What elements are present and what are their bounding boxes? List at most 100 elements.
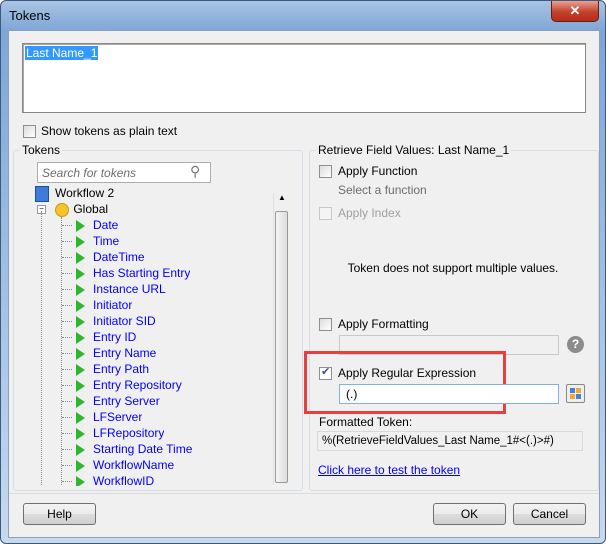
token-item[interactable]: Entry Path (62, 361, 149, 377)
token-arrow-icon (76, 379, 85, 392)
apply-formatting-label: Apply Formatting (338, 317, 429, 331)
token-item-label: Starting Date Time (93, 442, 193, 456)
apply-function-label: Apply Function (338, 164, 418, 178)
tree-connector (62, 337, 72, 339)
formatted-token-value: %(RetrieveFieldValues_Last Name_1#<(.)>#… (317, 431, 583, 451)
token-arrow-icon (76, 331, 85, 344)
tree-connector (62, 465, 72, 467)
token-item[interactable]: Initiator (62, 297, 132, 313)
token-item[interactable]: Entry Server (62, 393, 160, 409)
tree-connector (62, 433, 72, 435)
token-item-label: Entry Name (93, 346, 157, 360)
search-placeholder: Search for tokens (42, 166, 137, 180)
token-item-label: Entry Path (93, 362, 150, 376)
footer-divider (9, 493, 599, 494)
tree-node-global[interactable]: − Global (37, 201, 108, 217)
token-arrow-icon (76, 315, 85, 328)
token-arrow-icon (76, 395, 85, 408)
retrieve-group-label: Retrieve Field Values: Last Name_1 (316, 143, 512, 157)
tree-connector (62, 257, 72, 259)
token-item[interactable]: Entry ID (62, 329, 136, 345)
regex-highlight-box (304, 351, 506, 414)
token-arrow-icon (76, 347, 85, 360)
token-editor-text: Last Name_1 (25, 46, 99, 60)
token-item-label: Initiator (93, 298, 133, 312)
token-item-label: WorkflowName (93, 458, 175, 472)
tree-connector (62, 481, 72, 483)
show-plain-text-label: Show tokens as plain text (41, 124, 178, 138)
token-item[interactable]: Instance URL (62, 281, 166, 297)
tree-connector (62, 401, 72, 403)
apply-index-checkbox[interactable] (319, 207, 332, 220)
token-item[interactable]: Has Starting Entry (62, 265, 190, 281)
tree-connector (62, 225, 72, 227)
token-arrow-icon (76, 363, 85, 376)
token-item[interactable]: DateTime (62, 249, 145, 265)
token-item-label: Entry ID (93, 330, 137, 344)
token-item[interactable]: WorkflowName (62, 457, 174, 473)
tree-scrollbar[interactable]: ▲ (273, 193, 290, 485)
token-arrow-icon (76, 443, 85, 456)
tokens-group-label: Tokens (20, 143, 63, 157)
tree-connector (62, 449, 72, 451)
formatted-token-label: Formatted Token: (319, 415, 413, 429)
tree-connector (62, 385, 72, 387)
window-title: Tokens (9, 8, 51, 23)
token-arrow-icon (76, 411, 85, 424)
token-item-label: Has Starting Entry (93, 266, 191, 280)
apply-function-checkbox[interactable] (319, 165, 332, 178)
regex-builder-button[interactable] (566, 384, 585, 403)
close-button[interactable]: ✕ (551, 1, 599, 22)
tree-root-workflow[interactable]: Workflow 2 (35, 185, 114, 202)
dialog-body: Last Name_1 Show tokens as plain text To… (8, 30, 600, 538)
token-arrow-icon (76, 427, 85, 440)
test-token-link[interactable]: Click here to test the token (318, 463, 460, 477)
tree-connector (62, 353, 72, 355)
token-item[interactable]: Entry Name (62, 345, 156, 361)
close-icon: ✕ (569, 3, 581, 18)
token-item[interactable]: Entry Repository (62, 377, 182, 393)
select-function-text: Select a function (338, 183, 427, 197)
token-editor[interactable]: Last Name_1 (22, 43, 586, 113)
token-item[interactable]: Initiator SID (62, 313, 156, 329)
apply-regex-label: Apply Regular Expression (338, 366, 477, 380)
scroll-thumb[interactable] (275, 211, 288, 483)
token-item[interactable]: WorkflowID (62, 473, 154, 486)
tree-connector (62, 305, 72, 307)
token-item-label: Initiator SID (93, 314, 156, 328)
help-icon[interactable]: ? (567, 336, 584, 353)
token-item[interactable]: Time (62, 233, 119, 249)
cancel-button[interactable]: Cancel (513, 503, 586, 525)
token-item-label: DateTime (93, 250, 145, 264)
token-arrow-icon (76, 283, 85, 296)
token-item-label: LFServer (93, 410, 143, 424)
show-plain-text-checkbox[interactable] (23, 125, 36, 138)
token-item-label: Time (93, 234, 120, 248)
token-search-input[interactable]: Search for tokens ⚲ (37, 162, 211, 183)
help-button[interactable]: Help (23, 503, 96, 525)
token-item-label: LFRepository (93, 426, 165, 440)
token-arrow-icon (76, 299, 85, 312)
token-item-label: Entry Server (93, 394, 160, 408)
tree-node-global-label: Global (73, 202, 109, 216)
apply-index-label: Apply Index (338, 206, 401, 220)
token-item-label: Instance URL (93, 282, 166, 296)
token-item[interactable]: Date (62, 217, 118, 233)
token-arrow-icon (76, 219, 85, 232)
ok-button[interactable]: OK (433, 503, 506, 525)
global-icon (55, 202, 70, 217)
token-arrow-icon (76, 459, 85, 472)
token-item[interactable]: LFRepository (62, 425, 164, 441)
apply-formatting-checkbox[interactable] (319, 318, 332, 331)
apply-regex-checkbox[interactable]: ✔ (319, 366, 332, 380)
token-item[interactable]: Starting Date Time (62, 441, 192, 457)
regex-input[interactable]: (.) (339, 384, 559, 404)
token-arrow-icon (76, 475, 85, 486)
scroll-up-icon[interactable]: ▲ (278, 193, 286, 202)
check-icon: ✔ (321, 366, 331, 378)
token-arrow-icon (76, 267, 85, 280)
multi-value-note: Token does not support multiple values. (347, 261, 559, 275)
token-item[interactable]: LFServer (62, 409, 142, 425)
tree-connector (62, 321, 72, 323)
tree-connector (62, 369, 72, 371)
